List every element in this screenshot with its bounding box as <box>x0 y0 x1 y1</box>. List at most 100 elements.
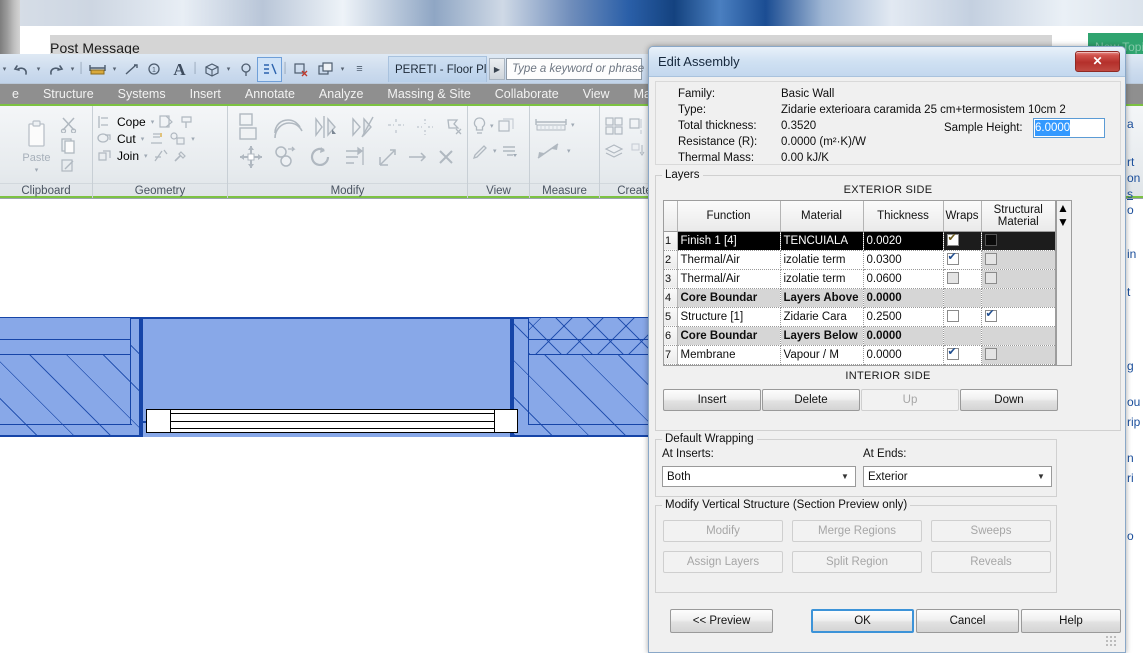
at-inserts-select[interactable]: Both ▼ <box>662 466 856 487</box>
layer-material[interactable]: TENCUIALA <box>780 364 864 365</box>
layer-function[interactable]: Finish 2 [5] <box>677 364 781 365</box>
cut-button-label[interactable]: Cut <box>117 132 136 146</box>
layer-function[interactable]: Thermal/Air <box>677 250 781 270</box>
wraps-checkbox[interactable] <box>946 310 959 323</box>
layers-table-wrapper[interactable]: Function Material Thickness Wraps Struct… <box>663 200 1056 366</box>
structural-material-checkbox[interactable] <box>984 234 997 247</box>
split-element-icon[interactable] <box>407 147 427 167</box>
move-icon[interactable] <box>238 145 264 169</box>
layer-thickness[interactable]: 0.0300 <box>863 250 944 270</box>
layers-header-wraps[interactable]: Wraps <box>943 201 982 232</box>
layer-material[interactable]: Vapour / M <box>780 345 864 365</box>
layer-thickness[interactable]: 0.2500 <box>863 307 944 327</box>
create-assembly-icon[interactable] <box>604 142 626 162</box>
join-icon[interactable] <box>97 149 112 163</box>
close-hidden-windows-icon[interactable] <box>290 58 313 81</box>
table-row[interactable]: 6 Core Boundar Layers Below 0.0000 <box>664 326 1055 346</box>
table-row[interactable]: 8 Finish 2 [5] TENCUIALA 0.0100 <box>664 364 1055 365</box>
mirror-draw-axis-icon[interactable] <box>349 113 377 141</box>
structural-material-checkbox[interactable] <box>984 253 997 266</box>
layer-wraps-cell[interactable] <box>943 231 982 251</box>
wraps-checkbox[interactable] <box>946 251 959 266</box>
table-row[interactable]: 2 Thermal/Air izolatie term 0.0300 <box>664 250 1055 270</box>
cancel-button[interactable]: Cancel <box>916 609 1019 633</box>
chevron-down-icon[interactable]: ▼ <box>1033 469 1049 484</box>
measure-ruler-icon[interactable] <box>534 116 568 134</box>
cut-icon[interactable] <box>97 132 112 146</box>
insert-button[interactable]: Insert <box>663 389 761 411</box>
paste-dropdown-icon[interactable]: ▾ <box>35 166 39 174</box>
align-icon[interactable] <box>238 112 264 142</box>
scroll-down-arrow-icon[interactable]: ▼ <box>1057 215 1071 229</box>
cope-icon[interactable] <box>97 115 112 129</box>
array-icon[interactable] <box>343 145 369 169</box>
layer-wraps-cell[interactable] <box>943 269 982 289</box>
wraps-checkbox[interactable] <box>946 272 959 285</box>
default-3d-view-icon[interactable] <box>200 58 223 81</box>
layers-header-thickness[interactable]: Thickness <box>863 201 944 232</box>
redo-icon[interactable] <box>44 58 67 81</box>
visibility-dropdown-icon[interactable]: ▾ <box>490 122 494 130</box>
layer-structural-cell[interactable] <box>981 250 1055 270</box>
document-tab[interactable]: PERETI - Floor Pl... <box>388 56 487 82</box>
cut-scissors-icon[interactable] <box>60 116 77 133</box>
chevron-down-icon[interactable]: ▼ <box>837 469 853 484</box>
ribbon-tab-view[interactable]: View <box>571 84 622 104</box>
structural-material-checkbox[interactable] <box>984 308 997 323</box>
layer-function[interactable]: Thermal/Air <box>677 269 781 289</box>
layer-material[interactable]: izolatie term <box>780 250 864 270</box>
tag-icon[interactable]: 1 <box>144 58 167 81</box>
measure-dropdown-icon[interactable]: ▾ <box>571 121 575 129</box>
cope-button-label[interactable]: Cope <box>117 115 146 129</box>
sample-height-input[interactable]: 6.0000 <box>1033 118 1105 138</box>
scroll-up-arrow-icon[interactable]: ▲ <box>1057 201 1071 215</box>
at-ends-select[interactable]: Exterior ▼ <box>863 466 1052 487</box>
delete-button[interactable]: Delete <box>762 389 860 411</box>
layer-thickness[interactable]: 0.0600 <box>863 269 944 289</box>
linework-pen-icon[interactable] <box>472 142 490 160</box>
layer-material[interactable]: Zidarie Cara <box>780 307 864 327</box>
split-face-icon[interactable] <box>149 132 164 146</box>
switch-dropdown-icon[interactable]: ▾ <box>338 58 347 81</box>
layers-header-material[interactable]: Material <box>780 201 864 232</box>
measure-between-refs-icon[interactable] <box>534 141 564 161</box>
qat-overflow-icon[interactable]: ≡ <box>348 58 371 81</box>
rotate-icon[interactable] <box>308 145 334 169</box>
create-group-icon[interactable] <box>604 116 624 136</box>
document-tab-next-icon[interactable]: ▶ <box>489 58 505 80</box>
offset-icon[interactable] <box>273 113 303 141</box>
copy-icon[interactable] <box>60 137 77 154</box>
structural-material-checkbox[interactable] <box>984 348 997 361</box>
layer-thickness[interactable]: 0.0000 <box>863 345 944 365</box>
undo-dropdown-icon[interactable]: ▾ <box>34 58 43 81</box>
undo-icon[interactable] <box>10 58 33 81</box>
search-input[interactable]: Type a keyword or phrase <box>506 58 644 80</box>
table-row[interactable]: 7 Membrane Vapour / M 0.0000 <box>664 345 1055 365</box>
redo-dropdown-icon[interactable]: ▾ <box>68 58 77 81</box>
layer-structural-cell[interactable] <box>981 364 1055 365</box>
layer-function[interactable]: Finish 1 [4] <box>677 231 781 251</box>
mirror-pick-axis-icon[interactable] <box>312 113 340 141</box>
create-similar-icon[interactable] <box>630 142 646 162</box>
ok-button[interactable]: OK <box>811 609 914 633</box>
cut-dropdown-icon[interactable]: ▾ <box>141 135 145 143</box>
demolish-hammer-icon[interactable] <box>173 149 188 163</box>
ribbon-tab-collaborate[interactable]: Collaborate <box>483 84 571 104</box>
join-dropdown-icon[interactable]: ▾ <box>144 152 148 160</box>
layer-function[interactable]: Structure [1] <box>677 307 781 327</box>
ribbon-tab-structure[interactable]: Structure <box>31 84 106 104</box>
layers-table-scrollbar[interactable]: ▲ ▼ <box>1056 200 1072 366</box>
join-button-label[interactable]: Join <box>117 149 139 163</box>
3d-dropdown-icon[interactable]: ▾ <box>224 58 233 81</box>
thin-lines-icon[interactable] <box>257 56 282 82</box>
delete-icon[interactable] <box>436 147 456 167</box>
visibility-bulb-icon[interactable] <box>472 116 487 136</box>
help-button[interactable]: Help <box>1021 609 1121 633</box>
geometry-more-dropdown-icon[interactable]: ▾ <box>191 135 195 143</box>
layer-wraps-cell[interactable] <box>943 364 982 365</box>
layer-wraps-cell[interactable] <box>943 250 982 270</box>
resize-grip[interactable] <box>1105 635 1117 647</box>
layer-thickness[interactable]: 0.0020 <box>863 231 944 251</box>
table-row[interactable]: 5 Structure [1] Zidarie Cara 0.2500 <box>664 307 1055 327</box>
override-lines-icon[interactable] <box>500 142 518 160</box>
